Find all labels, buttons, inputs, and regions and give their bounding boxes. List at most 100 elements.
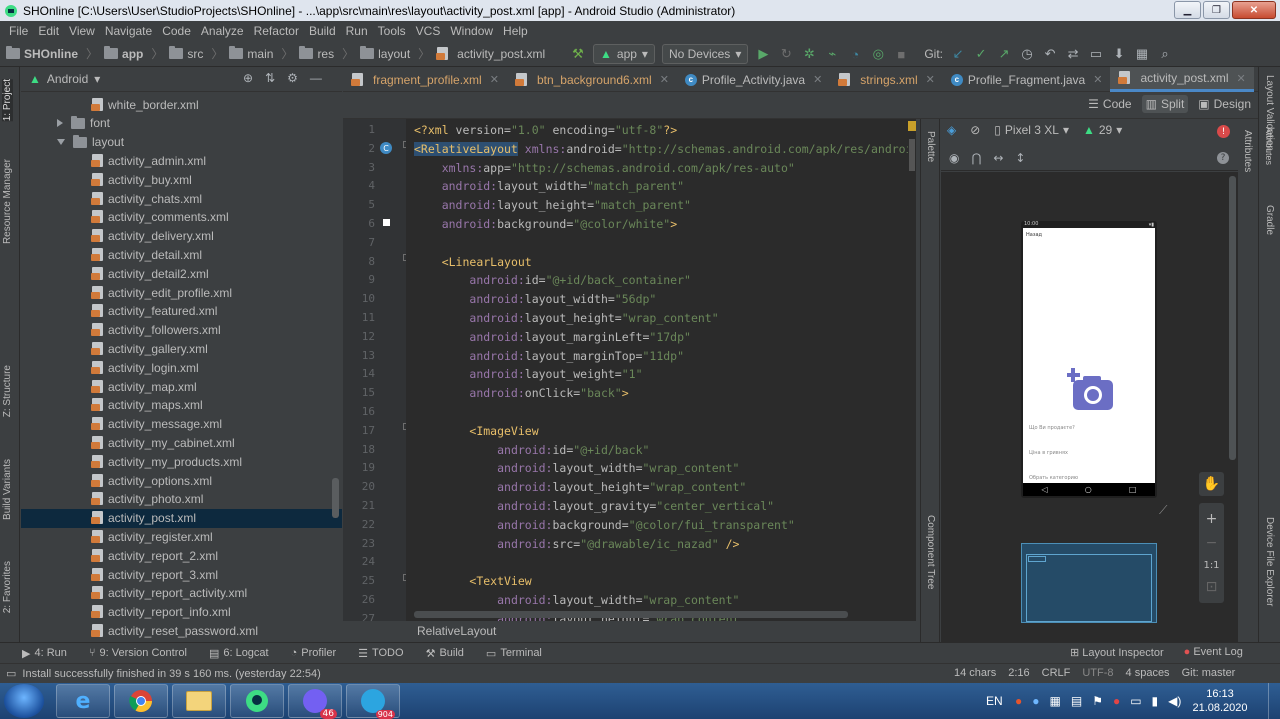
component-tree-tab[interactable]: Component Tree [925, 515, 936, 590]
menu-file[interactable]: File [4, 24, 33, 38]
breadcrumb-main[interactable]: main 〉 [223, 45, 293, 62]
tray-flag-icon[interactable]: ⚑ [1092, 694, 1103, 708]
menu-window[interactable]: Window [445, 24, 498, 38]
close-tab-icon[interactable]: ✕ [1093, 73, 1102, 86]
code-line[interactable]: android:onClick="back"> [414, 386, 628, 400]
structure-tool-tab[interactable]: Z: Structure [2, 365, 13, 417]
close-button[interactable]: ✕ [1232, 1, 1276, 19]
layout-inspector-button[interactable]: ⊞ Layout Inspector [1070, 646, 1164, 659]
run-icon[interactable]: ▶ [755, 46, 771, 62]
git-push-icon[interactable]: ↗ [996, 46, 1012, 62]
code-editor[interactable]: <?xml version="1.0" encoding="utf-8"?> <R… [406, 119, 916, 621]
tray-volume-icon[interactable]: ◀) [1168, 694, 1181, 708]
start-button[interactable] [4, 684, 44, 718]
code-line[interactable]: android:layout_width="56dp" [414, 292, 656, 306]
menu-refactor[interactable]: Refactor [249, 24, 304, 38]
tree-item-file[interactable]: activity_register.xml [21, 527, 342, 546]
code-line[interactable]: android:layout_width="wrap_content" [414, 593, 739, 607]
tree-item-file[interactable]: activity_gallery.xml [21, 339, 342, 358]
sdk-manager-icon[interactable]: ⬇ [1111, 46, 1127, 62]
tree-item-file[interactable]: white_border.xml [21, 95, 342, 114]
sync-gradle-icon[interactable]: ⇄ [1065, 46, 1081, 62]
zoom-actual-size-button[interactable]: 1:1 [1203, 560, 1219, 571]
stop-icon[interactable]: ■ [893, 46, 909, 62]
tree-item-file[interactable]: activity_report_2.xml [21, 546, 342, 565]
tree-item-file[interactable]: activity_admin.xml [21, 151, 342, 170]
taskbar-viber[interactable]: 46 [288, 684, 342, 719]
tray-signal-icon[interactable]: ▮ [1152, 694, 1159, 708]
breadcrumb-file[interactable]: activity_post.xml [430, 46, 545, 61]
hammer-icon[interactable]: ⚒ [570, 46, 586, 62]
code-line[interactable]: android:id="@+id/back_container" [414, 273, 691, 287]
git-branch[interactable]: Git: master [1182, 667, 1236, 679]
debug-icon[interactable]: ✲ [801, 46, 817, 62]
api-dropdown[interactable]: ▲ 29 ▾ [1083, 123, 1122, 137]
breadcrumb-src[interactable]: src 〉 [163, 45, 223, 62]
tree-item-file[interactable]: activity_map.xml [21, 377, 342, 396]
tree-item-file[interactable]: activity_buy.xml [21, 170, 342, 189]
tray-shield-icon[interactable]: ● [1015, 694, 1022, 708]
design-scrollbar[interactable] [1229, 176, 1236, 460]
code-mode-button[interactable]: ☰ Code [1084, 95, 1135, 113]
hide-icon[interactable]: — [310, 71, 322, 85]
indent-setting[interactable]: 4 spaces [1126, 667, 1170, 679]
chevron-down-icon[interactable]: ▾ [94, 72, 100, 86]
breadcrumb-layout[interactable]: layout 〉 [354, 45, 430, 62]
tree-item-file-selected[interactable]: activity_post.xml [21, 508, 342, 528]
tree-item-folder[interactable]: font [21, 114, 342, 133]
tree-item-file[interactable]: activity_followers.xml [21, 321, 342, 340]
coverage-icon[interactable]: ◎ [870, 46, 886, 62]
zoom-to-fit-icon[interactable]: ⊡ [1206, 579, 1218, 595]
code-line[interactable]: android:layout_height="wrap_content" [414, 311, 718, 325]
menu-analyze[interactable]: Analyze [196, 24, 249, 38]
menu-tools[interactable]: Tools [373, 24, 411, 38]
palette-tab[interactable]: Palette [925, 131, 936, 162]
favorites-tool-tab[interactable]: 2: Favorites [2, 561, 13, 613]
code-line[interactable]: <RelativeLayout xmlns:android="http://sc… [414, 141, 916, 156]
event-log-button[interactable]: ● Event Log [1184, 646, 1243, 659]
collapse-arrow-icon[interactable] [57, 139, 65, 146]
editor-tab[interactable]: c Profile_Fragment.java ✕ [943, 67, 1111, 92]
tree-item-file[interactable]: activity_maps.xml [21, 396, 342, 415]
tree-item-file[interactable]: activity_login.xml [21, 358, 342, 377]
breadcrumb-res[interactable]: res 〉 [293, 45, 354, 62]
tray-network-drive-icon[interactable]: ▦ [1050, 694, 1061, 708]
tree-item-file[interactable]: activity_my_products.xml [21, 452, 342, 471]
code-line[interactable]: android:layout_width="match_parent" [414, 179, 684, 193]
bottom-tool-todo[interactable]: ☰ TODO [358, 647, 403, 660]
search-icon[interactable]: ⌕ [1157, 46, 1173, 62]
menu-code[interactable]: Code [157, 24, 196, 38]
code-line[interactable]: android:layout_marginLeft="17dp" [414, 330, 691, 344]
code-line[interactable]: android:layout_marginTop="11dp" [414, 349, 684, 363]
close-tab-icon[interactable]: ✕ [813, 73, 822, 86]
code-line[interactable]: xmlns:app="http://schemas.android.com/ap… [414, 161, 795, 175]
tree-item-file[interactable]: activity_detail2.xml [21, 264, 342, 283]
gear-icon[interactable]: ⚙ [287, 71, 298, 85]
gradle-tab[interactable]: Gradle [1264, 205, 1275, 235]
code-line[interactable]: android:layout_height="wrap_content" [414, 480, 746, 494]
bottom-tool-9-version-control[interactable]: ⑂ 9: Version Control [89, 647, 187, 659]
editor-tab[interactable]: fragment_profile.xml ✕ [343, 67, 507, 92]
editor-scroll-strip[interactable] [908, 119, 916, 621]
warning-marker[interactable] [908, 121, 916, 131]
close-tab-icon[interactable]: ✕ [660, 73, 669, 86]
code-line[interactable]: <LinearLayout [414, 255, 532, 269]
locate-icon[interactable]: ⊕ [243, 71, 253, 85]
tray-printer-icon[interactable]: ▤ [1071, 694, 1082, 708]
tray-chrome-icon[interactable]: ● [1032, 694, 1039, 708]
clock[interactable]: 16:13 21.08.2020 [1192, 683, 1247, 719]
tree-item-folder[interactable]: layout [21, 133, 342, 152]
tray-monitor-icon[interactable]: ▭ [1130, 694, 1141, 708]
menu-help[interactable]: Help [498, 24, 533, 38]
tree-item-file[interactable]: activity_my_cabinet.xml [21, 433, 342, 452]
tree-item-file[interactable]: activity_options.xml [21, 471, 342, 490]
device-dropdown-design[interactable]: ▯ Pixel 3 XL ▾ [994, 123, 1069, 137]
project-tool-tab[interactable]: 1: Project [2, 79, 13, 122]
split-mode-button[interactable]: ▥ Split [1141, 95, 1189, 113]
error-icon[interactable]: ! [1217, 125, 1230, 138]
menu-vcs[interactable]: VCS [411, 24, 446, 38]
phone-preview[interactable]: 10:00 ▾▮ Назад Що Ви продаєте? Ціна в гр… [1021, 221, 1157, 498]
project-structure-icon[interactable]: ▦ [1134, 46, 1150, 62]
code-line[interactable]: <ImageView [414, 424, 538, 438]
tree-item-file[interactable]: activity_report_info.xml [21, 603, 342, 622]
